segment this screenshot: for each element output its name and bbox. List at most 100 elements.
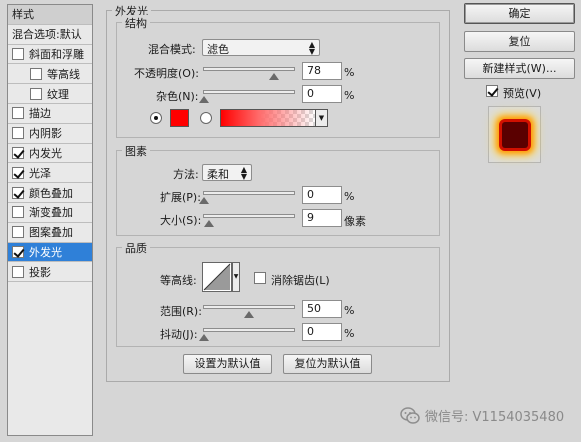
style-item-7[interactable]: 光泽 — [8, 163, 92, 184]
new-style-button[interactable]: 新建样式(W)... — [464, 58, 575, 79]
style-item-label: 纹理 — [47, 87, 69, 101]
preview-swatch — [501, 121, 528, 148]
glow-color-swatch[interactable] — [170, 109, 189, 127]
style-item-label: 斜面和浮雕 — [29, 47, 84, 61]
style-item-label: 混合选项:默认 — [12, 28, 82, 42]
style-item-label: 图案叠加 — [29, 226, 73, 240]
size-label: 大小(S): — [160, 214, 202, 227]
jitter-unit: % — [344, 327, 355, 340]
style-item-11[interactable]: 外发光 — [8, 242, 92, 263]
gradient-radio[interactable] — [200, 112, 212, 124]
style-list: 样式 混合选项:默认斜面和浮雕等高线纹理描边内阴影内发光光泽颜色叠加渐变叠加图案… — [7, 4, 93, 436]
ok-button[interactable]: 确定 — [464, 3, 575, 24]
range-slider[interactable] — [203, 305, 295, 318]
jitter-input[interactable]: 0 — [302, 323, 342, 341]
style-item-checkbox[interactable] — [30, 87, 42, 100]
reset-button[interactable]: 复位 — [464, 31, 575, 52]
range-slider-thumb[interactable] — [244, 311, 254, 318]
style-item-1[interactable]: 斜面和浮雕 — [8, 45, 92, 65]
reset-default-button[interactable]: 复位为默认值 — [283, 354, 372, 374]
opacity-label: 不透明度(O): — [134, 67, 199, 80]
preview-checkbox[interactable] — [486, 85, 498, 97]
noise-input[interactable]: 0 — [302, 85, 342, 103]
style-item-5[interactable]: 内阴影 — [8, 124, 92, 144]
style-item-checkbox[interactable] — [12, 166, 24, 179]
set-default-button[interactable]: 设置为默认值 — [183, 354, 272, 374]
blend-mode-value: 滤色 — [207, 43, 229, 56]
preview-label: 预览(V) — [503, 87, 542, 100]
noise-slider-thumb[interactable] — [199, 96, 209, 103]
style-item-checkbox[interactable] — [12, 146, 24, 159]
contour-dropdown-icon[interactable]: ▼ — [232, 262, 240, 292]
wechat-icon — [400, 406, 420, 424]
gradient-swatch[interactable] — [220, 109, 316, 127]
watermark-text: 微信号: V1154035480 — [425, 410, 565, 425]
style-item-checkbox[interactable] — [12, 245, 24, 258]
watermark: 微信号: V1154035480 — [400, 406, 564, 425]
jitter-slider[interactable] — [199, 328, 295, 341]
style-item-checkbox[interactable] — [12, 186, 24, 199]
style-item-checkbox[interactable] — [12, 47, 24, 60]
method-select[interactable]: 柔和 ▲ ▼ — [202, 164, 252, 181]
style-item-3[interactable]: 纹理 — [8, 84, 92, 104]
spread-slider[interactable] — [199, 191, 295, 204]
updown-arrow-icon: ▲ ▼ — [308, 40, 315, 56]
style-item-label: 投影 — [29, 265, 51, 279]
spread-input[interactable]: 0 — [302, 186, 342, 204]
style-item-12[interactable]: 投影 — [8, 262, 92, 283]
style-item-checkbox[interactable] — [12, 107, 24, 120]
style-item-4[interactable]: 描边 — [8, 104, 92, 124]
style-item-checkbox[interactable] — [12, 265, 24, 278]
structure-title: 结构 — [122, 15, 150, 31]
opacity-unit: % — [344, 66, 355, 79]
method-label: 方法: — [173, 168, 199, 181]
contour-curve-icon — [203, 263, 231, 291]
size-slider-thumb[interactable] — [204, 220, 215, 227]
size-input[interactable]: 9 — [302, 209, 342, 227]
style-item-label: 光泽 — [29, 166, 51, 180]
spread-unit: % — [344, 190, 355, 203]
style-preview — [488, 106, 541, 163]
style-item-checkbox[interactable] — [12, 206, 24, 219]
spread-slider-thumb[interactable] — [199, 197, 209, 204]
style-item-10[interactable]: 图案叠加 — [8, 223, 92, 243]
quality-title: 品质 — [122, 240, 150, 256]
solid-color-radio[interactable] — [150, 112, 162, 124]
style-list-header-label: 样式 — [12, 8, 34, 22]
style-item-2[interactable]: 等高线 — [8, 64, 92, 85]
style-item-label: 外发光 — [29, 245, 62, 259]
style-item-label: 内发光 — [29, 146, 62, 160]
style-item-label: 颜色叠加 — [29, 186, 73, 200]
blend-mode-label: 混合模式: — [148, 43, 196, 56]
style-item-8[interactable]: 颜色叠加 — [8, 183, 92, 203]
updown-arrow-icon: ▲ ▼ — [240, 165, 247, 181]
style-item-checkbox[interactable] — [30, 67, 42, 80]
opacity-slider[interactable] — [203, 67, 295, 80]
opacity-slider-thumb[interactable] — [269, 73, 280, 80]
jitter-slider-thumb[interactable] — [199, 334, 209, 341]
range-input[interactable]: 50 — [302, 300, 342, 318]
blend-mode-select[interactable]: 滤色 ▲ ▼ — [202, 39, 320, 56]
style-item-6[interactable]: 内发光 — [8, 144, 92, 164]
elements-title: 图素 — [122, 143, 150, 159]
style-item-label: 内阴影 — [29, 127, 62, 141]
style-item-checkbox[interactable] — [12, 127, 24, 140]
jitter-label: 抖动(J): — [160, 328, 198, 341]
style-item-label: 渐变叠加 — [29, 206, 73, 220]
gradient-dropdown-icon[interactable]: ▼ — [315, 109, 328, 127]
style-item-label: 等高线 — [47, 67, 80, 81]
style-item-9[interactable]: 渐变叠加 — [8, 203, 92, 223]
noise-label: 杂色(N): — [156, 90, 199, 103]
contour-preview[interactable] — [202, 262, 232, 292]
style-item-label: 描边 — [29, 107, 51, 121]
noise-slider[interactable] — [199, 90, 295, 103]
size-unit: 像素 — [344, 215, 366, 228]
size-slider[interactable] — [203, 214, 295, 227]
style-item-checkbox[interactable] — [12, 226, 24, 239]
antialias-checkbox[interactable] — [254, 272, 266, 284]
range-unit: % — [344, 304, 355, 317]
style-item-0[interactable]: 混合选项:默认 — [8, 25, 92, 45]
contour-label: 等高线: — [160, 274, 197, 287]
antialias-label: 消除锯齿(L) — [271, 274, 330, 287]
opacity-input[interactable]: 78 — [302, 62, 342, 80]
